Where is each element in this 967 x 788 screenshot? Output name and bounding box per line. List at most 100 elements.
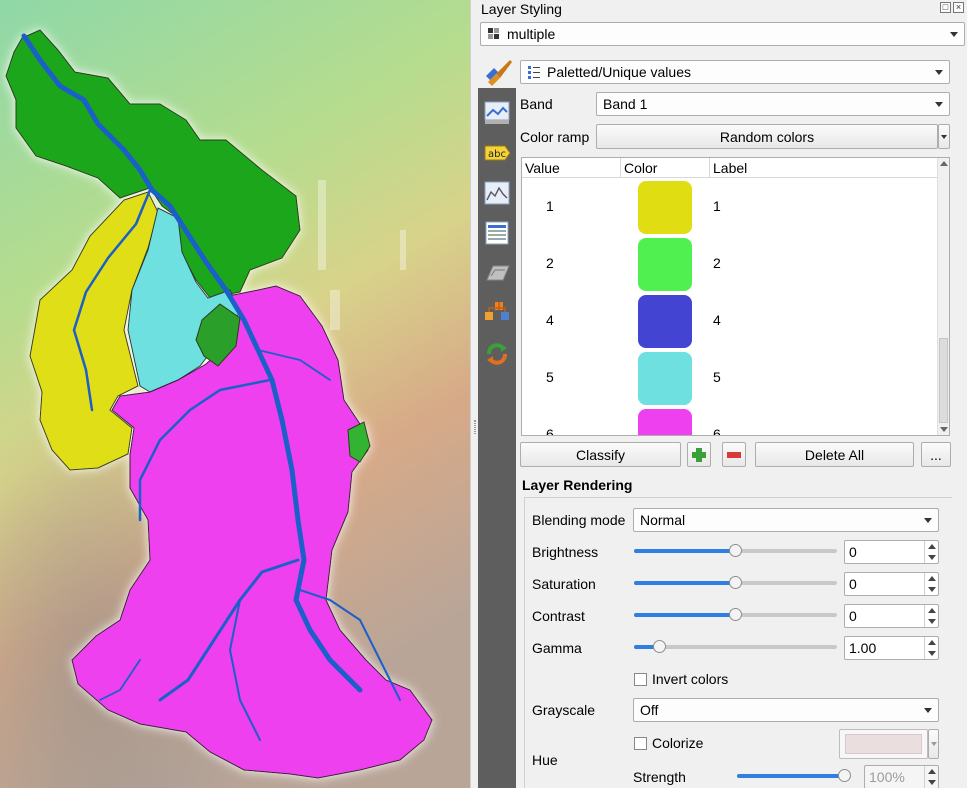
row-value: 2 bbox=[546, 255, 554, 271]
color-swatch[interactable] bbox=[638, 181, 692, 234]
table-row[interactable]: 1 1 bbox=[522, 179, 938, 236]
spin-up-icon[interactable] bbox=[928, 640, 936, 645]
histogram-icon[interactable] bbox=[483, 180, 511, 206]
table-scrollbar[interactable] bbox=[937, 158, 949, 435]
brightness-spinbox[interactable]: 0 bbox=[844, 540, 939, 564]
colorize-color-swatch bbox=[845, 734, 922, 754]
header-color[interactable]: Color bbox=[624, 160, 657, 176]
colorize-label: Colorize bbox=[652, 735, 704, 751]
blending-mode-combo[interactable]: Normal bbox=[633, 508, 939, 532]
dock-splitter[interactable] bbox=[470, 0, 478, 788]
table-row[interactable]: 6 6 bbox=[522, 407, 938, 436]
color-swatch[interactable] bbox=[638, 352, 692, 405]
header-value[interactable]: Value bbox=[525, 160, 560, 176]
row-label: 6 bbox=[713, 426, 721, 436]
panel-title: Layer Styling bbox=[481, 1, 562, 17]
spin-down-icon[interactable] bbox=[928, 780, 936, 785]
splitter-grip[interactable] bbox=[474, 420, 476, 434]
paletted-renderer-icon bbox=[528, 66, 540, 79]
saturation-spinbox[interactable]: 0 bbox=[844, 572, 939, 596]
row-label: 2 bbox=[713, 255, 721, 271]
color-swatch[interactable] bbox=[638, 409, 692, 435]
spin-down-icon[interactable] bbox=[928, 587, 936, 592]
row-value: 5 bbox=[546, 369, 554, 385]
row-value: 6 bbox=[546, 426, 554, 436]
plus-icon bbox=[692, 448, 706, 462]
saturation-label: Saturation bbox=[532, 576, 596, 592]
row-value: 4 bbox=[546, 312, 554, 328]
row-label: 5 bbox=[713, 369, 721, 385]
add-value-button[interactable] bbox=[687, 442, 711, 467]
classify-button[interactable]: Classify bbox=[520, 442, 681, 467]
spin-down-icon[interactable] bbox=[928, 555, 936, 560]
table-row[interactable]: 4 4 bbox=[522, 293, 938, 350]
color-ramp-menu-button[interactable] bbox=[938, 124, 950, 149]
colorize-color-menu[interactable] bbox=[928, 729, 939, 759]
strength-spinbox[interactable]: 100% bbox=[864, 765, 939, 788]
colorize-checkbox[interactable] bbox=[634, 737, 647, 750]
grayscale-combo[interactable]: Off bbox=[633, 698, 939, 722]
strength-slider[interactable] bbox=[737, 769, 851, 782]
labels-icon[interactable]: abc bbox=[483, 140, 511, 166]
spin-up-icon[interactable] bbox=[928, 544, 936, 549]
saturation-slider[interactable] bbox=[634, 576, 837, 589]
spin-down-icon[interactable] bbox=[928, 619, 936, 624]
metadata-icon[interactable] bbox=[483, 220, 511, 246]
chevron-down-icon bbox=[930, 742, 937, 746]
gamma-slider[interactable] bbox=[634, 640, 837, 653]
more-options-button[interactable]: ... bbox=[921, 442, 951, 467]
layer-styling-panel: Layer Styling □ × multiple Paletted/Uniq… bbox=[478, 0, 967, 788]
slider-handle[interactable] bbox=[838, 769, 851, 782]
contrast-label: Contrast bbox=[532, 608, 585, 624]
map-canvas[interactable] bbox=[0, 0, 470, 788]
symbology-icon[interactable] bbox=[483, 100, 511, 126]
color-swatch[interactable] bbox=[638, 238, 692, 291]
saturation-value: 0 bbox=[849, 576, 857, 592]
float-icon[interactable]: □ bbox=[940, 2, 951, 13]
scroll-up-icon[interactable] bbox=[940, 161, 948, 166]
delete-all-button[interactable]: Delete All bbox=[755, 442, 914, 467]
table-row[interactable]: 2 2 bbox=[522, 236, 938, 293]
layer-rendering-title: Layer Rendering bbox=[522, 477, 633, 493]
contrast-spinbox[interactable]: 0 bbox=[844, 604, 939, 628]
table-row[interactable]: 5 5 bbox=[522, 350, 938, 407]
paintbrush-icon[interactable] bbox=[484, 58, 514, 86]
row-value: 1 bbox=[546, 198, 554, 214]
slider-handle[interactable] bbox=[653, 640, 666, 653]
brightness-value: 0 bbox=[849, 544, 857, 560]
slider-handle[interactable] bbox=[729, 576, 742, 589]
raster-layer-icon bbox=[488, 28, 499, 39]
spin-up-icon[interactable] bbox=[928, 769, 936, 774]
chevron-down-icon bbox=[924, 708, 932, 713]
rendering-icon[interactable] bbox=[483, 298, 511, 324]
scrollbar-thumb[interactable] bbox=[939, 338, 948, 423]
band-combo[interactable]: Band 1 bbox=[596, 92, 950, 116]
color-ramp-button[interactable]: Random colors bbox=[596, 124, 938, 149]
contrast-slider[interactable] bbox=[634, 608, 837, 621]
layer-selector-combo[interactable]: multiple bbox=[480, 22, 965, 46]
gamma-spinbox[interactable]: 1.00 bbox=[844, 636, 939, 660]
slider-handle[interactable] bbox=[729, 608, 742, 621]
color-swatch[interactable] bbox=[638, 295, 692, 348]
palette-table[interactable]: Value Color Label 1 1 2 2 4 4 5 5 6 6 bbox=[521, 157, 950, 436]
invert-colors-checkbox[interactable] bbox=[634, 673, 647, 686]
history-icon[interactable] bbox=[483, 340, 511, 366]
spin-down-icon[interactable] bbox=[928, 651, 936, 656]
3d-view-icon[interactable] bbox=[483, 260, 511, 286]
spin-up-icon[interactable] bbox=[928, 576, 936, 581]
renderer-type-combo[interactable]: Paletted/Unique values bbox=[520, 60, 950, 84]
header-label[interactable]: Label bbox=[713, 160, 747, 176]
chevron-down-icon bbox=[950, 32, 958, 37]
brightness-slider[interactable] bbox=[634, 544, 837, 557]
spin-up-icon[interactable] bbox=[928, 608, 936, 613]
color-ramp-value: Random colors bbox=[719, 128, 815, 145]
slider-handle[interactable] bbox=[729, 544, 742, 557]
layer-selector-value: multiple bbox=[507, 26, 556, 42]
scroll-down-icon[interactable] bbox=[940, 427, 948, 432]
colorize-color-button[interactable] bbox=[839, 729, 928, 759]
style-sidebar: abc bbox=[478, 88, 516, 788]
close-icon[interactable]: × bbox=[953, 2, 964, 13]
renderer-type-value: Paletted/Unique values bbox=[547, 64, 691, 80]
remove-value-button[interactable] bbox=[722, 442, 746, 467]
chevron-down-icon bbox=[941, 134, 947, 139]
